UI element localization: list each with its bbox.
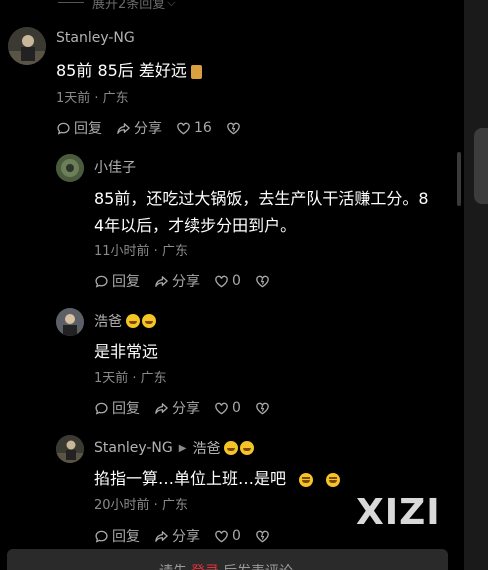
login-link[interactable]: 登录 — [191, 561, 219, 570]
emoji-icon — [190, 64, 202, 79]
like-icon — [177, 122, 190, 134]
grin-emoji-icon — [240, 441, 255, 455]
reply-to-name[interactable]: 浩爸 — [192, 438, 220, 458]
grin-emoji-icon — [224, 441, 239, 455]
comment-actions: 回复 分享 0 — [94, 271, 273, 291]
share-icon — [155, 275, 168, 287]
like-button[interactable]: 0 — [214, 400, 241, 416]
reply-button[interactable]: 回复 — [56, 118, 102, 138]
share-icon — [117, 122, 130, 134]
laugh-emoji-icon — [326, 472, 341, 487]
comment-text: 掐指一算…单位上班…是吧 — [94, 465, 341, 492]
right-edge-panel — [464, 0, 488, 570]
share-button[interactable]: 分享 — [154, 526, 200, 546]
like-icon — [215, 402, 228, 414]
comment-input-bar[interactable]: 请先 登录 后发表评论 — [7, 549, 448, 570]
avatar[interactable] — [56, 308, 84, 336]
share-button[interactable]: 分享 — [154, 271, 200, 291]
reply-icon — [95, 530, 108, 543]
share-icon — [155, 530, 168, 542]
like-icon — [215, 275, 228, 287]
comment-meta: 1天前 · 广东 — [56, 91, 129, 106]
comment-meta: 1天前 · 广东 — [94, 371, 167, 386]
like-icon — [215, 530, 228, 542]
share-button[interactable]: 分享 — [116, 118, 162, 138]
share-icon — [155, 402, 168, 414]
comment-actions: 回复 分享 16 — [56, 118, 244, 138]
dislike-button[interactable] — [226, 121, 244, 136]
dislike-icon — [256, 402, 269, 414]
comment-author[interactable]: 浩爸 — [94, 311, 156, 331]
dislike-button[interactable] — [255, 529, 273, 544]
watermark-logo: XIZI — [356, 492, 441, 533]
comment-author: Stanley-NG ▶ 浩爸 — [94, 438, 255, 458]
reply-button[interactable]: 回复 — [94, 526, 140, 546]
reply-arrow-icon: ▶ — [178, 442, 187, 454]
dislike-button[interactable] — [255, 401, 273, 416]
dislike-icon — [256, 275, 269, 287]
avatar[interactable] — [56, 154, 84, 182]
share-button[interactable]: 分享 — [154, 398, 200, 418]
avatar[interactable] — [8, 27, 46, 65]
reply-button[interactable]: 回复 — [94, 398, 140, 418]
side-tab-handle[interactable] — [474, 128, 488, 204]
chevron-down-icon: ⌵ — [167, 0, 176, 9]
like-button[interactable]: 16 — [176, 120, 212, 136]
comment-actions: 回复 分享 0 — [94, 526, 273, 546]
expand-replies-link[interactable]: 展开2条回复 ⌵ — [58, 0, 176, 12]
comment-actions: 回复 分享 0 — [94, 398, 273, 418]
dislike-icon — [256, 530, 269, 542]
comment-text: 85前 85后 差好远 — [56, 57, 202, 84]
scrollbar-thumb[interactable] — [457, 152, 461, 206]
avatar[interactable] — [56, 435, 84, 463]
reply-icon — [95, 275, 108, 288]
reply-button[interactable]: 回复 — [94, 271, 140, 291]
reply-icon — [95, 402, 108, 415]
like-button[interactable]: 0 — [214, 273, 241, 289]
comment-meta: 11小时前 · 广东 — [94, 244, 188, 259]
comment-text: 是非常远 — [94, 342, 159, 361]
grin-emoji-icon — [126, 314, 140, 328]
grin-emoji-icon — [142, 314, 156, 328]
dislike-icon — [227, 122, 240, 134]
comment-author[interactable]: Stanley-NG — [56, 30, 135, 46]
comment-author[interactable]: 小佳子 — [94, 157, 136, 177]
laugh-emoji-icon — [299, 472, 314, 487]
comment-author-name[interactable]: Stanley-NG — [94, 440, 173, 456]
comment-meta: 20小时前 · 广东 — [94, 498, 188, 513]
expand-replies-label: 展开2条回复 — [92, 0, 166, 12]
divider-line — [58, 2, 84, 3]
reply-icon — [57, 122, 70, 135]
dislike-button[interactable] — [255, 274, 273, 289]
like-button[interactable]: 0 — [214, 528, 241, 544]
comment-text: 85前，还吃过大锅饭，去生产队干活赚工分。8 4年以后，才续步分田到户。 — [94, 189, 429, 235]
